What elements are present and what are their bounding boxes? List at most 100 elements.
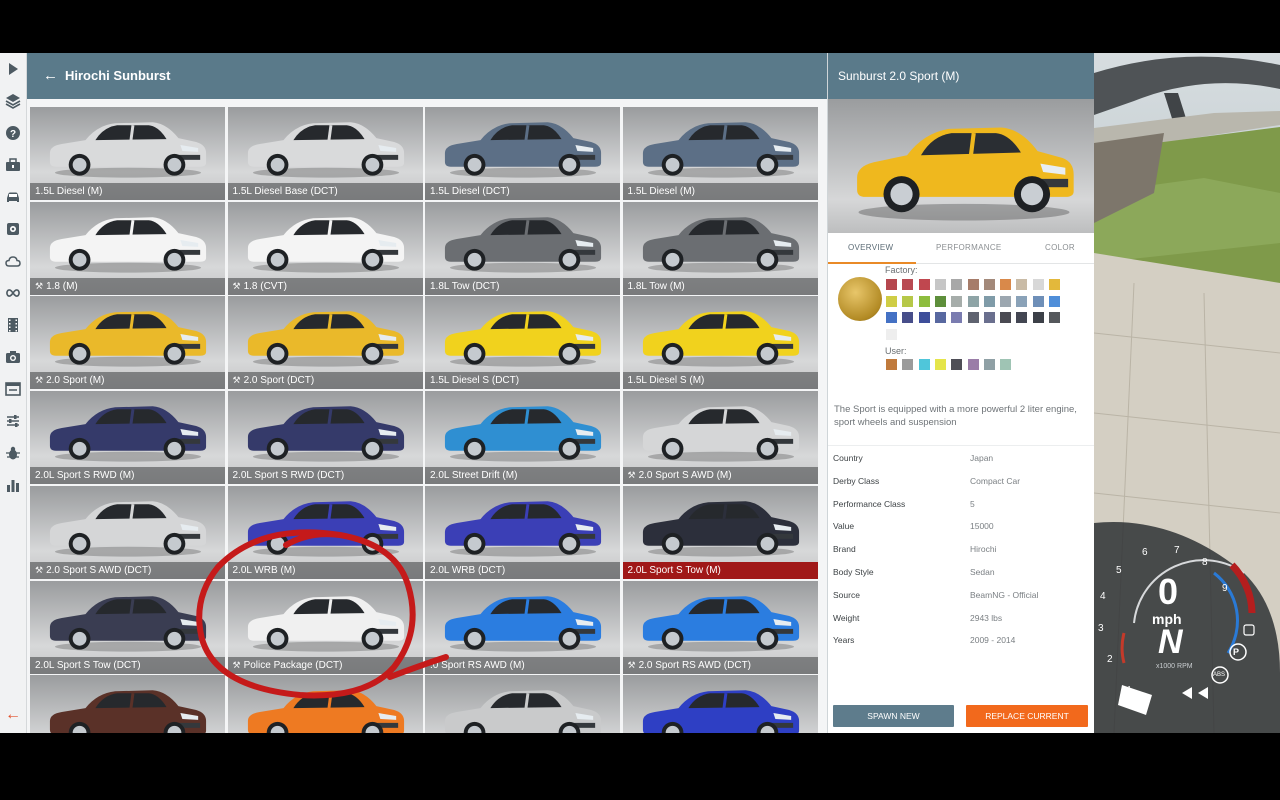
config-tile[interactable]: 1.5L Diesel S (DCT) — [425, 296, 620, 390]
config-tile[interactable]: 1.5L Diesel (M) — [30, 107, 225, 200]
help-icon[interactable]: ? — [3, 123, 23, 143]
back-arrow-icon[interactable]: ← — [3, 705, 23, 725]
spec-value: Sedan — [970, 567, 995, 577]
config-tile[interactable]: 1.8L Tow (DCT) — [425, 201, 620, 295]
user-color-swatch[interactable] — [918, 359, 930, 370]
config-tile[interactable]: 2.0L Sport S RWD (M) — [30, 391, 225, 485]
camera-icon[interactable] — [3, 347, 23, 367]
config-icon: ⚒ — [35, 564, 44, 575]
config-tile[interactable] — [622, 675, 818, 733]
factory-color-swatch[interactable] — [1000, 279, 1012, 290]
config-tile[interactable]: ⚒ 2.0 Sport RS AWD (DCT) — [622, 580, 818, 674]
user-color-swatch[interactable] — [967, 359, 979, 370]
config-tile[interactable]: ⚒ 2.0 Sport (M) — [30, 296, 225, 390]
config-tile-label: ⚒ 1.8 (M) — [30, 277, 225, 295]
factory-color-swatch[interactable] — [886, 279, 897, 290]
car-thumbnail — [247, 690, 404, 733]
factory-color-swatch[interactable] — [1032, 279, 1044, 290]
factory-color-swatch[interactable] — [1000, 295, 1012, 307]
parking-brake-indicator: P — [1233, 647, 1240, 657]
factory-color-swatch[interactable] — [918, 312, 930, 323]
factory-color-swatch[interactable] — [983, 312, 995, 323]
factory-color-swatch[interactable] — [1000, 312, 1012, 323]
factory-color-swatch[interactable] — [1016, 312, 1028, 323]
factory-color-swatch[interactable] — [934, 295, 946, 307]
factory-color-swatch[interactable] — [1016, 279, 1028, 290]
car-icon[interactable] — [3, 187, 23, 207]
factory-color-swatch[interactable] — [1016, 295, 1028, 307]
config-tile-label: 2.0L Street Drift (M) — [425, 467, 620, 485]
user-color-swatch[interactable] — [886, 359, 897, 370]
briefcase-icon[interactable] — [3, 155, 23, 175]
config-tile[interactable]: .0 Sport RS AWD (M) — [425, 580, 620, 674]
config-tile[interactable]: 2.0L WRB (M) — [227, 485, 423, 579]
config-tile[interactable]: 2.0L Sport S Tow (DCT) — [30, 580, 225, 674]
factory-color-swatch[interactable] — [967, 279, 979, 290]
user-color-swatch[interactable] — [983, 359, 995, 370]
factory-color-swatch[interactable] — [886, 328, 897, 340]
config-tile[interactable]: 1.5L Diesel (M) — [622, 107, 818, 200]
config-tile[interactable]: ⚒ 1.8 (M) — [30, 201, 225, 295]
factory-color-swatch[interactable] — [983, 295, 995, 307]
rpm-tick: 7 — [1174, 545, 1180, 556]
config-tile[interactable]: 1.5L Diesel (DCT) — [425, 107, 620, 200]
factory-color-swatch[interactable] — [934, 312, 946, 323]
factory-color-swatch[interactable] — [1032, 312, 1044, 323]
tab-color[interactable]: COLOR — [1045, 243, 1075, 252]
tab-performance[interactable]: PERFORMANCE — [936, 243, 1002, 252]
factory-color-swatch[interactable] — [918, 295, 930, 307]
factory-color-swatch[interactable] — [1049, 295, 1060, 307]
config-tile[interactable] — [227, 675, 423, 733]
config-tile[interactable]: ⚒ 2.0 Sport S AWD (DCT) — [30, 485, 225, 579]
factory-color-swatch[interactable] — [934, 279, 946, 290]
config-tile[interactable]: 2.0L Sport S Tow (M) — [622, 485, 818, 579]
bar-chart-icon[interactable] — [3, 475, 23, 495]
user-color-swatch[interactable] — [934, 359, 946, 370]
config-tile[interactable]: 1.8L Tow (M) — [622, 201, 818, 295]
infinity-icon[interactable] — [3, 283, 23, 303]
config-name: 1.5L Diesel S (DCT) — [430, 375, 520, 387]
factory-color-swatch[interactable] — [886, 295, 897, 307]
sliders-icon[interactable] — [3, 411, 23, 431]
config-tile[interactable]: ⚒ 2.0 Sport (DCT) — [227, 296, 423, 390]
config-tile-label: ⚒ 2.0 Sport S AWD (DCT) — [30, 561, 225, 579]
config-tile[interactable]: 2.0L Sport S RWD (DCT) — [227, 391, 423, 485]
config-tile[interactable]: 1.5L Diesel Base (DCT) — [227, 107, 423, 200]
factory-color-swatch[interactable] — [1049, 312, 1060, 323]
factory-color-swatch[interactable] — [967, 295, 979, 307]
config-tile[interactable]: 2.0L Street Drift (M) — [425, 391, 620, 485]
config-tile[interactable]: ⚒ 2.0 Sport S AWD (M) — [622, 391, 818, 485]
config-tile[interactable]: ⚒ Police Package (DCT) — [227, 580, 423, 674]
config-tile[interactable]: 1.5L Diesel S (M) — [622, 296, 818, 390]
window-icon[interactable] — [3, 379, 23, 399]
factory-color-swatch[interactable] — [1049, 279, 1060, 290]
back-arrow-icon[interactable]: ← — [43, 67, 58, 84]
spawn-new-button[interactable]: SPAWN NEW — [833, 705, 954, 727]
config-tile[interactable] — [30, 675, 225, 733]
user-color-swatch[interactable] — [951, 359, 963, 370]
factory-color-swatch[interactable] — [951, 279, 963, 290]
user-color-swatch[interactable] — [902, 359, 914, 370]
factory-color-swatch[interactable] — [902, 279, 914, 290]
factory-color-swatch[interactable] — [886, 312, 897, 323]
tab-overview[interactable]: OVERVIEW — [848, 243, 893, 252]
factory-color-swatch[interactable] — [983, 279, 995, 290]
layers-icon[interactable] — [3, 91, 23, 111]
film-icon[interactable] — [3, 315, 23, 335]
cloud-icon[interactable] — [3, 251, 23, 271]
config-tile[interactable] — [425, 675, 620, 733]
user-color-swatch[interactable] — [1000, 359, 1012, 370]
bug-icon[interactable] — [3, 443, 23, 463]
config-tile[interactable]: 2.0L WRB (DCT) — [425, 485, 620, 579]
factory-color-swatch[interactable] — [951, 295, 963, 307]
factory-color-swatch[interactable] — [902, 312, 914, 323]
factory-color-swatch[interactable] — [918, 279, 930, 290]
play-icon[interactable] — [3, 59, 23, 79]
factory-color-swatch[interactable] — [951, 312, 963, 323]
config-tile[interactable]: ⚒ 1.8 (CVT) — [227, 201, 423, 295]
replace-current-button[interactable]: REPLACE CURRENT — [966, 705, 1088, 727]
factory-color-swatch[interactable] — [902, 295, 914, 307]
factory-color-swatch[interactable] — [967, 312, 979, 323]
settings-icon[interactable] — [3, 219, 23, 239]
factory-color-swatch[interactable] — [1032, 295, 1044, 307]
